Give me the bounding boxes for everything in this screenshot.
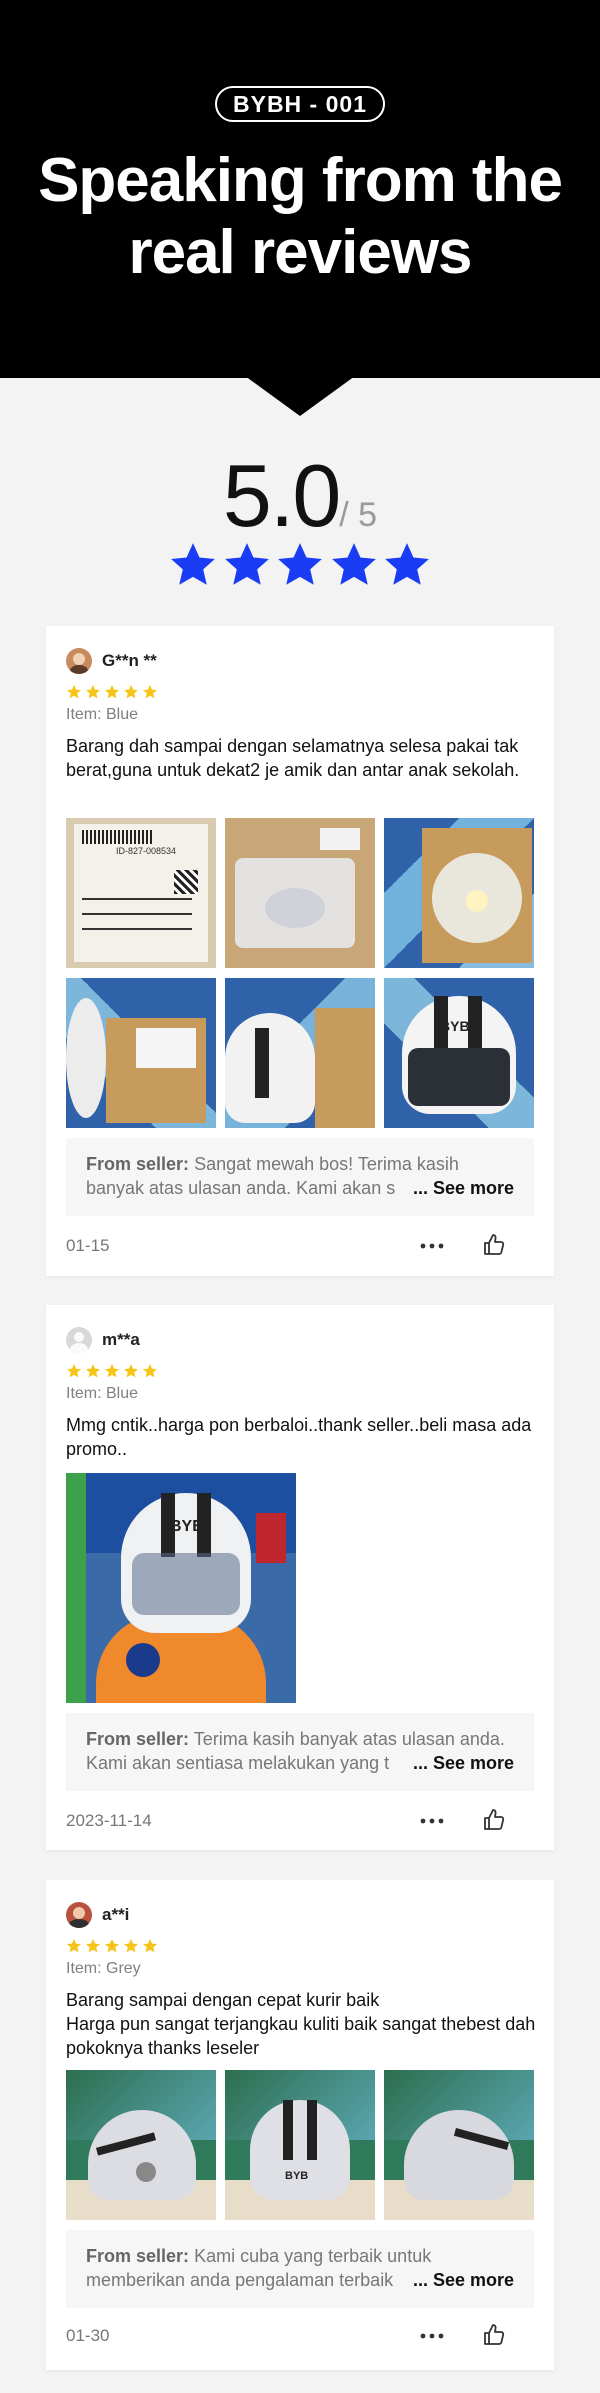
more-options-icon[interactable]	[418, 1236, 446, 1256]
star-icon	[124, 1364, 138, 1378]
star-icon	[331, 543, 376, 585]
avatar	[66, 1327, 92, 1353]
star-icon	[171, 543, 215, 585]
reviewer-name: a**i	[102, 1905, 130, 1924]
see-more-link[interactable]: ... See more	[408, 2268, 514, 2292]
review-photo[interactable]	[384, 2070, 534, 2220]
review-card: G**n ** Item: Blue Barang dah sampai den…	[46, 626, 554, 1276]
hero-title-line-1: Speaking from the	[38, 146, 563, 215]
seller-reply-label: From seller:	[86, 1729, 190, 1749]
review-photo[interactable]: BYB	[66, 1473, 296, 1703]
review-photo[interactable]: BYB	[225, 2070, 375, 2220]
seller-reply-label: From seller:	[86, 1154, 190, 1174]
star-icon	[124, 685, 138, 699]
star-icon	[67, 1939, 81, 1953]
item-variant: Item: Grey	[66, 1960, 141, 1977]
thumbs-up-icon[interactable]	[482, 1233, 506, 1257]
star-icon	[86, 1364, 100, 1378]
see-more-link[interactable]: ... See more	[408, 1751, 514, 1775]
review-header: m**a	[66, 1325, 140, 1355]
star-icon	[143, 1939, 157, 1953]
seller-reply: From seller: Sangat mewah bos! Terima ka…	[66, 1138, 534, 1216]
more-options-icon[interactable]	[418, 2326, 446, 2346]
rating-stars	[168, 540, 432, 594]
review-photo[interactable]	[225, 818, 375, 968]
review-text: Barang sampai dengan cepat kurir baik Ha…	[66, 1990, 536, 2058]
seller-reply: From seller: Kami cuba yang terbaik untu…	[66, 2230, 534, 2308]
star-icon	[224, 543, 269, 585]
review-card: m**a Item: Blue Mmg cntik..harga pon ber…	[46, 1305, 554, 1850]
star-icon	[105, 1939, 119, 1953]
avatar	[66, 1902, 92, 1928]
star-icon	[86, 1939, 100, 1953]
reviewer-name: G**n **	[102, 651, 157, 670]
star-icon	[86, 685, 100, 699]
review-text: Mmg cntik..harga pon berbaloi..thank sel…	[66, 1415, 532, 1459]
review-text: Barang dah sampai dengan selamatnya sele…	[66, 736, 520, 780]
seller-reply-label: From seller:	[86, 2246, 190, 2266]
reviewer-name: m**a	[102, 1330, 140, 1349]
review-stars	[66, 1938, 161, 1954]
review-card: a**i Item: Grey Barang sampai dengan cep…	[46, 1880, 554, 2370]
review-photo[interactable]	[225, 978, 375, 1128]
rating-score: 5.0	[222, 446, 341, 545]
shipping-code: ID-827-008534	[116, 846, 177, 856]
overall-rating: 5.0/ 5	[0, 445, 600, 547]
seller-reply: From seller: Terima kasih banyak atas ul…	[66, 1713, 534, 1791]
star-icon	[143, 685, 157, 699]
see-more-link[interactable]: ... See more	[408, 1176, 514, 1200]
review-photo[interactable]	[66, 978, 216, 1128]
rating-out-of: / 5	[339, 496, 378, 534]
review-photo[interactable]	[384, 818, 534, 968]
model-badge: BYBH - 001	[215, 86, 385, 122]
star-icon	[67, 1364, 81, 1378]
star-icon	[278, 543, 322, 585]
review-photo[interactable]	[66, 2070, 216, 2220]
star-icon	[67, 685, 81, 699]
star-icon	[105, 1364, 119, 1378]
review-stars	[66, 1363, 161, 1379]
thumbs-up-icon[interactable]	[482, 2323, 506, 2347]
item-variant: Item: Blue	[66, 706, 139, 723]
review-photo[interactable]: ID-827-008534	[66, 818, 216, 968]
star-icon	[385, 543, 429, 585]
hero-pointer	[245, 376, 355, 416]
review-photo[interactable]: BYB	[384, 978, 534, 1128]
star-icon	[105, 685, 119, 699]
thumbs-up-icon[interactable]	[482, 1808, 506, 1832]
avatar	[66, 648, 92, 674]
helmet-logo: BYB	[285, 2170, 309, 2182]
review-date: 2023-11-14	[66, 1811, 152, 1830]
helmet-logo: BYB	[440, 1018, 470, 1034]
review-date: 01-15	[66, 1236, 110, 1255]
star-icon	[143, 1364, 157, 1378]
review-header: a**i	[66, 1900, 129, 1930]
hero-title: Speaking from the real reviews	[20, 145, 580, 289]
item-variant: Item: Blue	[66, 1385, 139, 1402]
more-options-icon[interactable]	[418, 1811, 446, 1831]
review-stars	[66, 684, 161, 700]
star-icon	[124, 1939, 138, 1953]
hero-title-line-2: real reviews	[128, 218, 472, 287]
review-date: 01-30	[66, 2326, 110, 2345]
review-header: G**n **	[66, 646, 157, 676]
helmet-logo: BYB	[170, 1518, 204, 1535]
